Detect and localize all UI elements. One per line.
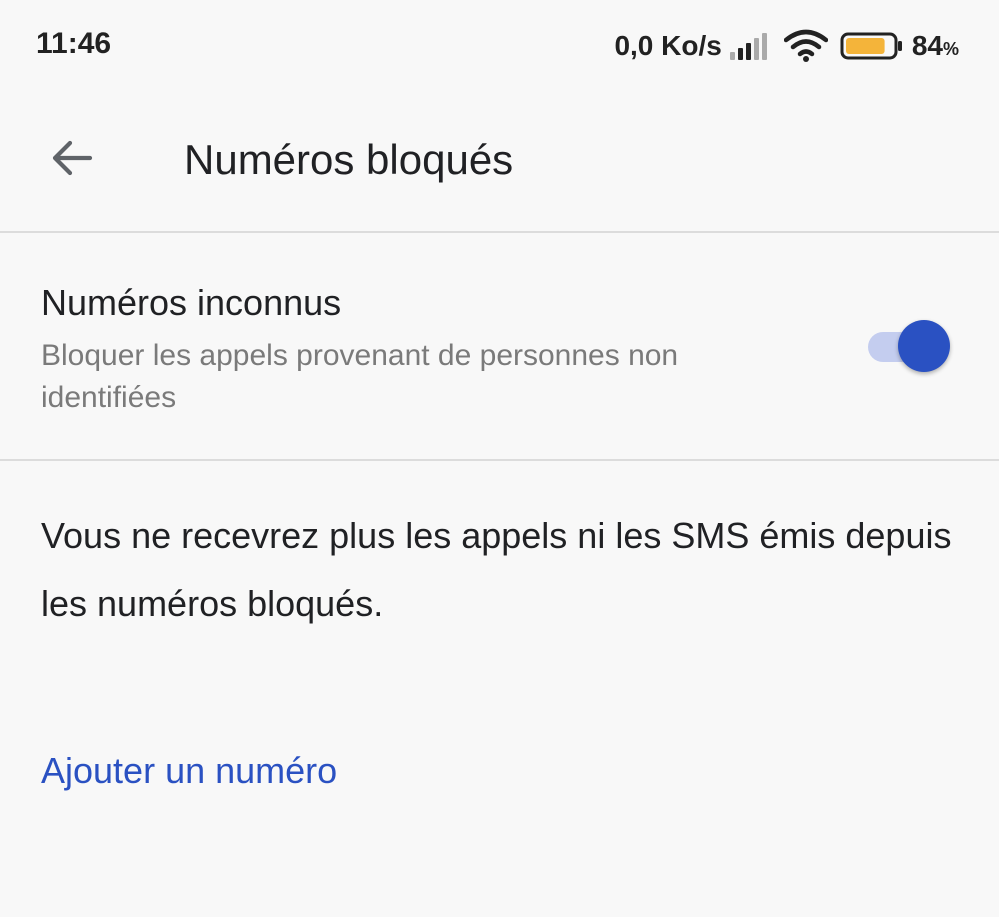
unknown-numbers-setting[interactable]: Numéros inconnus Bloquer les appels prov…	[0, 234, 999, 459]
status-indicators: 0,0 Ko/s 84%	[614, 26, 959, 66]
section-divider	[0, 459, 999, 461]
add-number-button[interactable]: Ajouter un numéro	[41, 750, 337, 792]
toggle-thumb	[898, 320, 950, 372]
wifi-icon	[783, 29, 828, 62]
status-bar: 11:46 0,0 Ko/s 84%	[0, 0, 999, 92]
setting-title: Numéros inconnus	[41, 282, 342, 323]
arrow-left-icon	[52, 140, 93, 176]
battery-percentage: 84%	[912, 30, 959, 62]
blocked-info-text: Vous ne recevrez plus les appels ni les …	[41, 515, 952, 624]
back-button[interactable]	[36, 122, 108, 194]
network-speed: 0,0 Ko/s	[614, 30, 722, 61]
app-bar-divider	[0, 231, 999, 233]
signal-icon	[729, 32, 770, 60]
battery-level: 84	[911, 30, 943, 61]
app-bar: Numéros bloqués	[0, 92, 999, 232]
unknown-numbers-toggle[interactable]	[866, 319, 952, 373]
battery-icon	[840, 32, 902, 60]
page-title: Numéros bloqués	[184, 136, 514, 183]
battery-unit: %	[942, 39, 959, 59]
status-time: 11:46	[36, 27, 112, 60]
blocked-numbers-screen: 11:46 0,0 Ko/s 84% Numéros bloqués Numér…	[0, 0, 999, 917]
setting-summary: Bloquer les appels provenant de personne…	[41, 339, 679, 414]
